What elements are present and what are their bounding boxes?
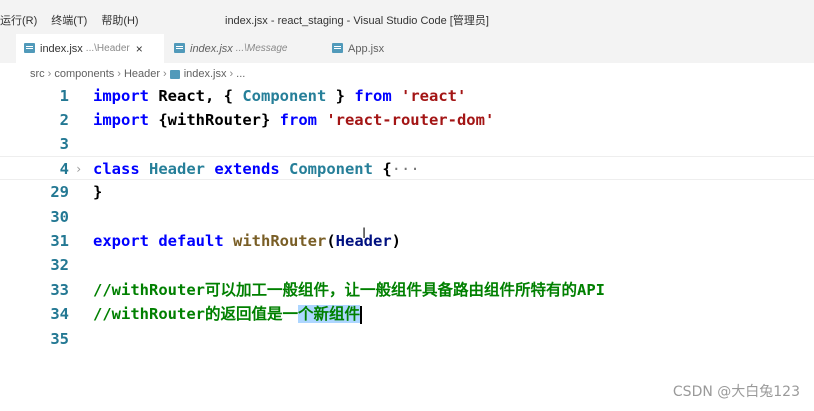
menu-bar: 运行(R) 终端(T) 帮助(H) <box>0 12 153 28</box>
selected-text: 个新组件 <box>297 305 360 323</box>
jsx-file-icon <box>174 43 185 53</box>
ibeam-cursor-icon: I <box>362 226 367 242</box>
line-code: export default withRouter(Header) <box>93 229 401 253</box>
title-bar: 运行(R) 终端(T) 帮助(H) index.jsx - react_stag… <box>0 0 814 35</box>
code-line[interactable]: 32 <box>0 253 814 277</box>
folded-ellipsis[interactable]: ··· <box>392 160 420 178</box>
chevron-right-icon: › <box>47 68 52 80</box>
code-line[interactable]: 1 import React, { Component } from 'reac… <box>0 84 814 108</box>
fold-chevron-icon[interactable]: › <box>75 157 82 181</box>
text-cursor <box>360 305 362 324</box>
chevron-right-icon: › <box>117 68 121 80</box>
comment: //withRouter可以加工一般组件，让一般组件具备路由组件所特有的API <box>93 281 605 299</box>
line-code: } <box>93 180 102 204</box>
breadcrumb-components[interactable]: components <box>54 68 114 80</box>
function-name: withRouter <box>223 232 327 250</box>
class-name: Header <box>139 160 205 178</box>
code-line[interactable]: 31 export default withRouter(Header) <box>0 229 814 253</box>
code-line[interactable]: 30 <box>0 205 814 229</box>
code-text: } <box>326 87 355 105</box>
tab-label: index.jsx <box>40 42 83 55</box>
keyword: export <box>93 232 149 250</box>
code-text: {withRouter} <box>149 111 280 129</box>
breadcrumb-symbol[interactable]: ... <box>236 68 245 80</box>
window-title: index.jsx - react_staging - Visual Studi… <box>225 15 489 27</box>
line-number: 34 <box>50 305 69 323</box>
menu-help[interactable]: 帮助(H) <box>101 12 138 28</box>
class-name: Component <box>242 87 327 105</box>
line-number: 35 <box>50 330 69 348</box>
chevron-right-icon: › <box>229 68 234 80</box>
line-number: 30 <box>50 208 69 226</box>
tab-index-header[interactable]: index.jsx ...\Header × <box>16 34 164 63</box>
tab-app[interactable]: App.jsx <box>324 34 404 63</box>
keyword: import <box>93 111 149 129</box>
tab-description: ...\Header <box>85 43 130 54</box>
class-name: Component <box>279 160 373 178</box>
line-code: //withRouter的返回值是一个新组件 <box>93 302 362 326</box>
menu-terminal[interactable]: 终端(T) <box>51 12 87 28</box>
tab-index-message[interactable]: index.jsx ...\Message <box>166 34 316 63</box>
line-number: 3 <box>59 135 69 153</box>
line-number: 4 <box>59 160 69 178</box>
code-line[interactable]: 34 //withRouter的返回值是一个新组件 <box>0 302 814 326</box>
tab-label: App.jsx <box>348 42 385 55</box>
close-icon[interactable]: × <box>136 42 143 56</box>
line-number: 33 <box>50 281 69 299</box>
keyword: default <box>149 232 224 250</box>
line-number: 31 <box>50 232 69 250</box>
menu-run[interactable]: 运行(R) <box>0 12 37 28</box>
jsx-file-icon <box>24 43 35 53</box>
editor-tab-bar: index.jsx ...\Header × index.jsx ...\Mes… <box>0 34 814 63</box>
tab-label: index.jsx <box>190 42 233 55</box>
string-literal: 'react' <box>391 87 467 105</box>
line-number: 29 <box>50 183 69 201</box>
keyword: import <box>93 87 149 105</box>
line-number: 32 <box>50 256 69 274</box>
line-code: import {withRouter} from 'react-router-d… <box>93 108 494 132</box>
breadcrumb-header[interactable]: Header <box>124 68 160 80</box>
code-line[interactable]: 33 //withRouter可以加工一般组件，让一般组件具备路由组件所特有的A… <box>0 278 814 302</box>
code-line[interactable]: 3 <box>0 132 814 156</box>
jsx-file-icon <box>169 69 180 79</box>
breadcrumb-file[interactable]: index.jsx <box>184 68 227 80</box>
jsx-file-icon <box>332 43 343 53</box>
breadcrumb-src[interactable]: src <box>30 68 45 80</box>
code-text: ( <box>326 232 336 250</box>
chevron-right-icon: › <box>163 68 167 80</box>
line-number: 1 <box>59 87 69 105</box>
code-line[interactable]: 35 <box>0 327 814 351</box>
string-literal: 'react-router-dom' <box>316 111 495 129</box>
comment: //withRouter的返回值是一 <box>93 305 298 323</box>
code-text: ) <box>391 232 401 250</box>
keyword: extends <box>205 160 280 178</box>
breadcrumb: src › components › Header › index.jsx › … <box>30 68 245 80</box>
code-text: } <box>93 183 103 201</box>
line-code: import React, { Component } from 'react' <box>93 84 466 108</box>
watermark: CSDN @大白兔123 <box>672 384 800 400</box>
code-text: React, { <box>149 87 243 105</box>
keyword: class <box>93 160 140 178</box>
code-line-current[interactable]: 4 › class Header extends Component {··· <box>0 156 814 180</box>
code-line[interactable]: 29 } <box>0 180 814 204</box>
keyword: from <box>279 111 317 129</box>
line-code: class Header extends Component {··· <box>93 157 420 181</box>
tab-description: ...\Message <box>235 43 288 54</box>
keyword: from <box>354 87 392 105</box>
code-text: { <box>372 160 392 178</box>
line-number: 2 <box>59 111 69 129</box>
code-line[interactable]: 2 import {withRouter} from 'react-router… <box>0 108 814 132</box>
